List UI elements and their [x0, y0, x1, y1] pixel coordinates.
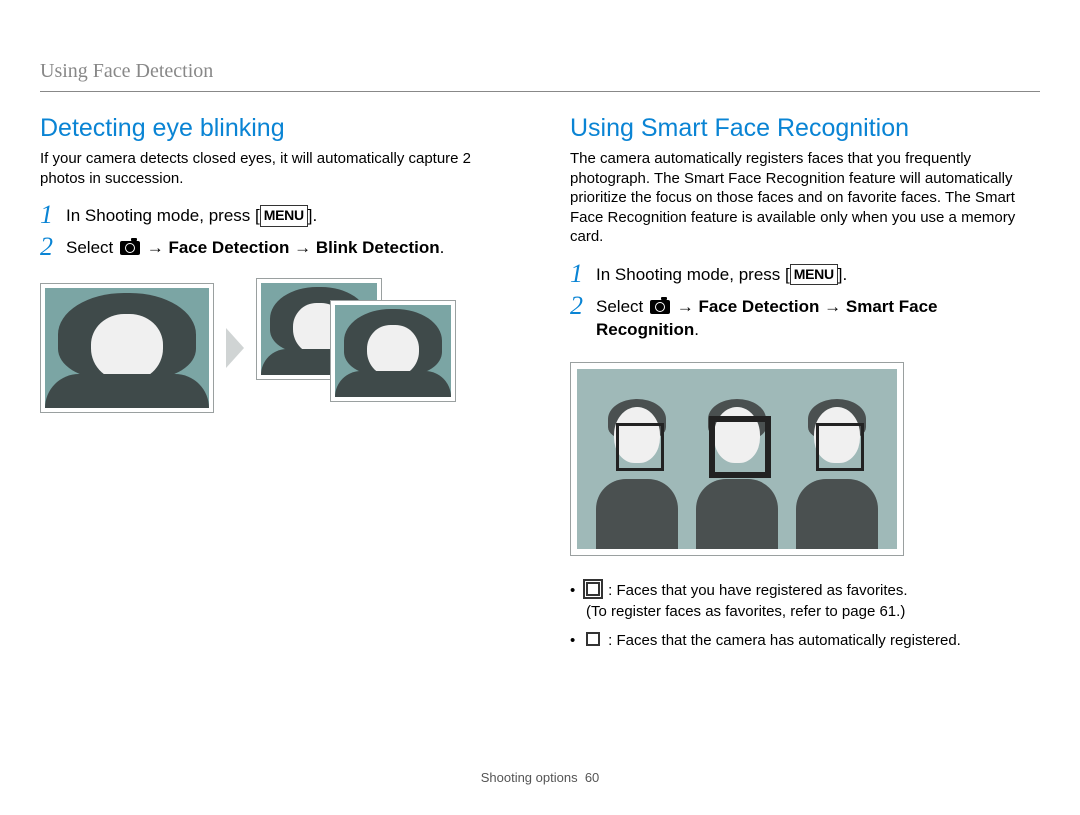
image-frame: [40, 283, 214, 413]
step-2-left: 2 Select → Face Detection → Blink Detect…: [40, 234, 510, 260]
face-detection-label: Face Detection: [698, 297, 819, 316]
step-number-1: 1: [570, 261, 596, 287]
legend-favorite-sub: (To register faces as favorites, refer t…: [586, 603, 905, 620]
detect-box-single: [616, 423, 664, 471]
sfr-illustration: [577, 369, 897, 549]
page-header: Using Face Detection: [40, 60, 1040, 83]
step2-text-d: .: [440, 238, 445, 257]
arrow-icon: [226, 328, 244, 368]
step1-text-b: ].: [308, 206, 317, 225]
camera-icon: [120, 241, 140, 255]
arrow-1: →: [677, 297, 699, 316]
image-frame: [330, 300, 456, 402]
person-2: [692, 399, 782, 549]
legend-favorite-text: : Faces that you have registered as favo…: [608, 582, 907, 599]
menu-icon: MENU: [790, 264, 838, 286]
detect-box-single: [816, 423, 864, 471]
step1-text-a: In Shooting mode, press [: [66, 206, 260, 225]
footer-section: Shooting options: [481, 770, 578, 785]
step-1-right: 1 In Shooting mode, press [MENU].: [570, 261, 1040, 287]
blink-detection-label: Blink Detection: [316, 238, 440, 257]
step2-text-a: Select: [596, 297, 648, 316]
arrow-2: →: [824, 297, 846, 316]
section-title-blink: Detecting eye blinking: [40, 114, 510, 143]
arrow-2: →: [294, 238, 316, 257]
step2-text-d: .: [694, 320, 699, 339]
section-title-sfr: Using Smart Face Recognition: [570, 114, 1040, 143]
step-number-2: 2: [40, 234, 66, 260]
step-1-left: 1 In Shooting mode, press [MENU].: [40, 202, 510, 228]
legend-item-auto: • : Faces that the camera has automatica…: [570, 630, 1040, 651]
camera-icon: [650, 300, 670, 314]
footer: Shooting options 60: [0, 770, 1080, 785]
blink-illustration: [40, 278, 510, 418]
step1-text-a: In Shooting mode, press [: [596, 265, 790, 284]
left-column: Detecting eye blinking If your camera de…: [40, 114, 510, 659]
person-1: [592, 399, 682, 549]
intro-sfr: The camera automatically registers faces…: [570, 149, 1040, 247]
legend: • : Faces that you have registered as fa…: [570, 580, 1040, 651]
detect-box-double: [712, 419, 768, 475]
legend-auto-text: : Faces that the camera has automaticall…: [608, 632, 961, 649]
step-number-1: 1: [40, 202, 66, 228]
step-number-2: 2: [570, 293, 596, 319]
intro-blink: If your camera detects closed eyes, it w…: [40, 149, 510, 188]
legend-item-favorite: • : Faces that you have registered as fa…: [570, 580, 1040, 622]
face-detection-label: Face Detection: [168, 238, 289, 257]
step1-text-b: ].: [838, 265, 847, 284]
face-image-open: [335, 305, 451, 397]
step-2-right: 2 Select → Face Detection → Smart Face R…: [570, 293, 1040, 343]
footer-page: 60: [585, 770, 599, 785]
sfr-illustration-frame: [570, 362, 904, 556]
arrow-1: →: [147, 238, 169, 257]
image-stack: [256, 278, 452, 418]
double-square-icon: [586, 582, 600, 596]
right-column: Using Smart Face Recognition The camera …: [570, 114, 1040, 659]
person-3: [792, 399, 882, 549]
menu-icon: MENU: [260, 205, 308, 227]
face-image-closed: [45, 288, 209, 408]
step2-text-a: Select: [66, 238, 118, 257]
single-square-icon: [586, 632, 600, 646]
divider: [40, 91, 1040, 92]
